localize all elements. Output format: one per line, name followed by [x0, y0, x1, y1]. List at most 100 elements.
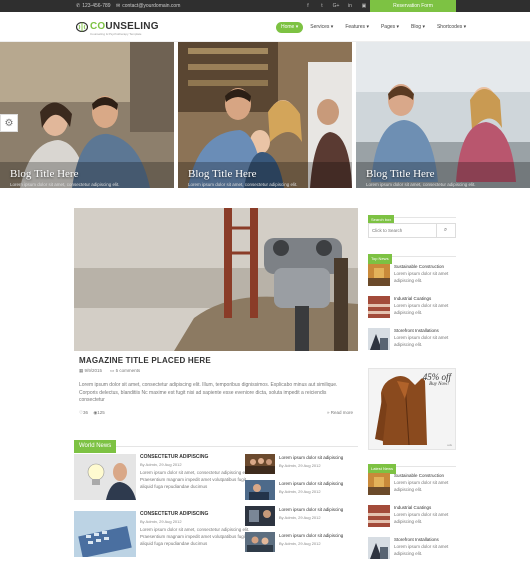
post-excerpt: Lorem ipsum dolor sit amet, consectetur …: [79, 382, 338, 403]
news-title[interactable]: Industrial Coatings: [394, 505, 431, 510]
linkedin-icon[interactable]: in: [346, 2, 354, 10]
jacket-ad-banner[interactable]: 45% off Buy Now! ads: [368, 368, 456, 450]
google-plus-icon[interactable]: G+: [332, 2, 340, 10]
news-thumbnail[interactable]: [245, 532, 275, 552]
search-input[interactable]: [369, 224, 437, 237]
logo-tagline: Counseling & Psychotherapy Template: [90, 32, 142, 36]
nav-services[interactable]: Services ▾: [305, 22, 338, 33]
news-title[interactable]: CONSECTETUR ADIPISCING: [140, 454, 208, 460]
news-excerpt: Lorem ipsum dolor sit amet adipiscing el…: [394, 335, 449, 347]
nav-features[interactable]: Features ▾: [340, 22, 374, 33]
nav-blog[interactable]: Blog ▾: [406, 22, 430, 33]
news-thumbnail[interactable]: [245, 480, 275, 500]
hero-caption[interactable]: Blog Title Here: [366, 168, 434, 180]
news-thumbnail[interactable]: [74, 511, 136, 557]
search-box-heading: Search box: [368, 208, 456, 225]
news-title[interactable]: Lorem ipsum dolor sit adipiscing: [279, 481, 343, 486]
ad-discount: 45% off: [422, 372, 451, 382]
reservation-form-button[interactable]: Reservation Form: [370, 0, 456, 12]
news-meta: By Admin, 29 Aug 2012: [279, 541, 321, 546]
post-footer: ♡36 ◉125 » Read more: [79, 410, 353, 416]
news-meta: By Admin, 29 Aug 2012: [279, 515, 321, 520]
latest-news-heading: Latest News: [368, 457, 456, 474]
news-thumbnail[interactable]: [368, 328, 390, 350]
news-title[interactable]: Storefront Installations: [394, 537, 439, 542]
news-title[interactable]: Storefront Installations: [394, 328, 439, 333]
binoculars-photo: [74, 208, 358, 351]
news-thumbnail[interactable]: [368, 296, 390, 318]
world-news-small-item[interactable]: Lorem ipsum dolor sit adipiscing By Admi…: [245, 532, 355, 554]
news-thumbnail[interactable]: [368, 537, 390, 559]
search-icon[interactable]: ⌕: [436, 224, 455, 237]
hero-subtext: Lorem ipsum dolor sit amet, consectetur …: [10, 182, 120, 187]
news-title[interactable]: Sustainable Construction: [394, 264, 444, 269]
featured-post-image[interactable]: [74, 208, 358, 351]
ad-label: ads: [447, 443, 452, 447]
twitter-icon[interactable]: t: [318, 2, 326, 10]
nav-shortcodes[interactable]: Shortcodes ▾: [432, 22, 471, 33]
news-meta: By Admin, 29 Aug 2012: [279, 463, 321, 468]
mail-icon: ✉: [116, 3, 121, 9]
top-news-item[interactable]: Storefront Installations Lorem ipsum dol…: [368, 328, 456, 354]
hero-slide[interactable]: Blog Title Here Lorem ipsum dolor sit am…: [0, 42, 174, 188]
news-thumbnail[interactable]: [368, 473, 390, 495]
latest-news-item[interactable]: Sustainable Construction Lorem ipsum dol…: [368, 473, 456, 499]
post-meta: ▦ 9/9/2015 ▭ 5 comments: [79, 368, 140, 374]
world-news-heading: World News: [74, 434, 358, 453]
hero-caption[interactable]: Blog Title Here: [10, 168, 78, 180]
views-count: 125: [97, 410, 105, 415]
news-title[interactable]: Industrial Coatings: [394, 296, 431, 301]
top-news-item[interactable]: Sustainable Construction Lorem ipsum dol…: [368, 264, 456, 290]
news-title[interactable]: Sustainable Construction: [394, 473, 444, 478]
news-thumbnail[interactable]: [74, 454, 136, 500]
hero-caption[interactable]: Blog Title Here: [188, 168, 256, 180]
ad-buy-now[interactable]: Buy Now!: [429, 382, 449, 387]
brain-logo-icon: [76, 21, 88, 32]
latest-news-item[interactable]: Storefront Installations Lorem ipsum dol…: [368, 537, 456, 563]
news-excerpt: Lorem ipsum dolor sit amet adipiscing el…: [394, 480, 449, 492]
top-news-heading: Top News: [368, 247, 456, 264]
news-title[interactable]: Lorem ipsum dolor sit adipiscing: [279, 507, 343, 512]
news-thumbnail[interactable]: [368, 264, 390, 286]
top-news-item[interactable]: Industrial Coatings Lorem ipsum dolor si…: [368, 296, 456, 322]
latest-news-item[interactable]: Industrial Coatings Lorem ipsum dolor si…: [368, 505, 456, 531]
news-thumbnail[interactable]: [245, 506, 275, 526]
news-title[interactable]: CONSECTETUR ADIPISCING: [140, 511, 208, 517]
post-date: ▦ 9/9/2015: [79, 368, 103, 373]
news-thumbnail[interactable]: [368, 505, 390, 527]
news-meta: By Admin, 29 Aug 2012: [140, 519, 182, 524]
facebook-icon[interactable]: f: [304, 2, 312, 10]
nav-pages[interactable]: Pages ▾: [376, 22, 404, 33]
phone-icon: ✆: [76, 3, 81, 9]
couple-sofa-photo: [356, 42, 530, 188]
world-news-small-item[interactable]: Lorem ipsum dolor sit adipiscing By Admi…: [245, 454, 355, 476]
nav-home[interactable]: Home ▾: [276, 22, 304, 33]
hero-slide[interactable]: Blog Title Here Lorem ipsum dolor sit am…: [356, 42, 530, 188]
phone-info: ✆ 123-456-789: [76, 3, 111, 9]
email-info[interactable]: ✉ contact@yourdomain.com: [116, 3, 180, 9]
news-excerpt: Lorem ipsum dolor sit amet, consectetur …: [140, 527, 250, 546]
logo-text: COUNSELING: [90, 21, 159, 32]
email-text[interactable]: contact@yourdomain.com: [122, 3, 180, 9]
news-title[interactable]: Lorem ipsum dolor sit adipiscing: [279, 533, 343, 538]
settings-gear-icon[interactable]: ⚙: [0, 114, 18, 132]
news-meta: By Admin, 29 Aug 2012: [279, 489, 321, 494]
news-excerpt: Lorem ipsum dolor sit amet adipiscing el…: [394, 303, 449, 315]
world-news-small-item[interactable]: Lorem ipsum dolor sit adipiscing By Admi…: [245, 506, 355, 528]
post-title[interactable]: MAGAZINE TITLE PLACED HERE: [79, 356, 211, 365]
read-more-link[interactable]: » Read more: [327, 410, 353, 415]
main-nav: Home ▾ Services ▾ Features ▾ Pages ▾ Blo…: [276, 22, 471, 33]
world-news-small-item[interactable]: Lorem ipsum dolor sit adipiscing By Admi…: [245, 480, 355, 502]
site-logo[interactable]: COUNSELING Counseling & Psychotherapy Te…: [76, 21, 159, 36]
news-title[interactable]: Lorem ipsum dolor sit adipiscing: [279, 455, 343, 460]
news-excerpt: Lorem ipsum dolor sit amet, consectetur …: [140, 470, 250, 489]
news-excerpt: Lorem ipsum dolor sit amet adipiscing el…: [394, 544, 449, 556]
phone-text: 123-456-789: [82, 3, 111, 9]
likes-count: 36: [83, 410, 89, 415]
news-thumbnail[interactable]: [245, 454, 275, 474]
hero-slider: Blog Title Here Lorem ipsum dolor sit am…: [0, 42, 530, 188]
post-comments[interactable]: ▭ 5 comments: [110, 368, 140, 374]
instagram-icon[interactable]: ▣: [360, 2, 368, 10]
hero-slide[interactable]: Blog Title Here Lorem ipsum dolor sit am…: [178, 42, 352, 188]
search-box: ⌕: [368, 223, 456, 238]
